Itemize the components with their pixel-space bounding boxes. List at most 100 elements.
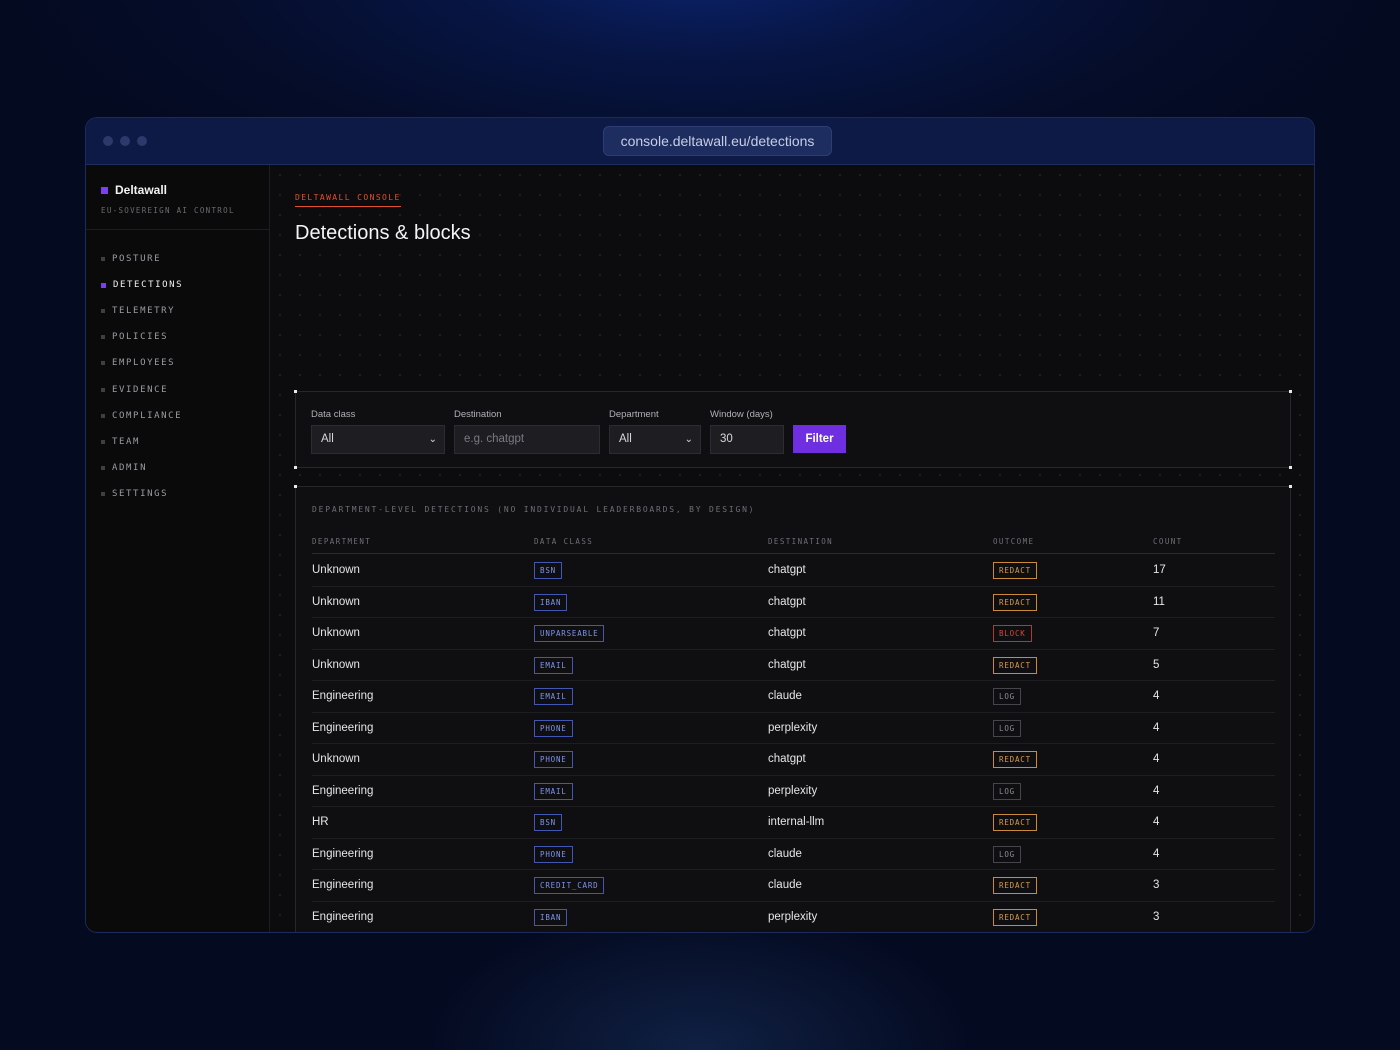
department-cell: Engineering: [312, 784, 374, 797]
table-row[interactable]: Unknown BSN chatgpt REDACT 17: [312, 555, 1275, 587]
data-class-badge: UNPARSEABLE: [534, 625, 605, 642]
nav-bullet-icon: [101, 439, 105, 444]
destination-cell: chatgpt: [768, 564, 806, 576]
destination-cell: perplexity: [768, 784, 818, 797]
page-title: Detections & blocks: [295, 222, 471, 244]
destination-cell: perplexity: [768, 721, 818, 734]
count-cell: 4: [1153, 784, 1160, 797]
window-days-value: 30: [720, 433, 733, 445]
page-kicker: DELTAWALL CONSOLE: [295, 193, 401, 207]
outcome-badge: LOG: [993, 845, 1021, 863]
data-class-label: Data class: [311, 409, 356, 420]
brand-name[interactable]: Deltawall: [101, 183, 254, 197]
sidebar-item-label: TEAM: [112, 436, 141, 447]
outcome-badge: REDACT: [993, 814, 1037, 831]
destination-cell: chatgpt: [768, 658, 806, 671]
window-label: Window (days): [710, 409, 773, 420]
nav-bullet-icon: [101, 387, 105, 392]
nav-bullet-icon: [101, 413, 105, 418]
nav-bullet-icon: [101, 361, 105, 366]
table-row[interactable]: Unknown EMAIL chatgpt REDACT 5: [312, 650, 1275, 681]
column-header-count[interactable]: COUNT: [1153, 537, 1183, 546]
corner-marker: [1289, 466, 1292, 469]
maximize-dot-icon[interactable]: [137, 136, 147, 146]
minimize-dot-icon[interactable]: [120, 136, 130, 146]
department-field: Department All ⌄: [609, 409, 701, 454]
sidebar-item-employees[interactable]: EMPLOYEES: [86, 350, 269, 376]
column-header-department[interactable]: DEPARTMENT: [312, 537, 371, 546]
brand-label: Deltawall: [115, 183, 168, 197]
table-row[interactable]: Engineering PHONE claude LOG 4: [312, 839, 1275, 870]
table-row[interactable]: Unknown UNPARSEABLE chatgpt BLOCK 7: [312, 618, 1275, 650]
department-cell: Engineering: [312, 879, 374, 891]
nav-bullet-icon: [101, 465, 105, 470]
sidebar-item-telemetry[interactable]: TELEMETRY: [86, 298, 269, 324]
table-row[interactable]: Unknown IBAN chatgpt REDACT 11: [312, 587, 1275, 618]
destination-placeholder: e.g. chatgpt: [464, 433, 525, 445]
corner-marker: [1289, 390, 1292, 393]
window-field: Window (days) 30: [710, 409, 784, 454]
sidebar-item-label: TELEMETRY: [112, 306, 176, 317]
corner-marker: [1289, 485, 1292, 488]
sidebar-item-evidence[interactable]: EVIDENCE: [86, 376, 269, 402]
window-days-input[interactable]: 30: [710, 425, 784, 454]
sidebar-item-label: SETTINGS: [112, 488, 169, 499]
count-cell: 3: [1153, 910, 1160, 923]
table-row[interactable]: Unknown PHONE chatgpt REDACT 4: [312, 744, 1275, 776]
destination-cell: perplexity: [768, 910, 818, 923]
count-cell: 7: [1153, 627, 1160, 639]
brand-logo-icon: [101, 186, 108, 194]
destination-cell: claude: [768, 879, 802, 891]
destination-cell: chatgpt: [768, 627, 806, 639]
close-dot-icon[interactable]: [103, 136, 113, 146]
data-class-badge: EMAIL: [534, 782, 573, 800]
sidebar-item-policies[interactable]: POLICIES: [86, 324, 269, 350]
column-header-outcome[interactable]: OUTCOME: [993, 537, 1034, 546]
count-cell: 4: [1153, 816, 1160, 828]
department-cell: Engineering: [312, 721, 374, 734]
table-row[interactable]: HR BSN internal-llm REDACT 4: [312, 807, 1275, 839]
data-class-badge: PHONE: [534, 719, 573, 737]
count-cell: 4: [1153, 847, 1160, 860]
sidebar-item-posture[interactable]: POSTURE: [86, 246, 269, 272]
sidebar-item-label: POSTURE: [112, 254, 162, 265]
sidebar-item-compliance[interactable]: COMPLIANCE: [86, 403, 269, 429]
destination-field: Destination e.g. chatgpt: [454, 409, 600, 454]
data-class-badge: EMAIL: [534, 688, 573, 705]
sidebar-item-detections[interactable]: DETECTIONS: [86, 272, 269, 298]
sidebar-item-settings[interactable]: SETTINGS: [86, 481, 269, 507]
destination-cell: chatgpt: [768, 753, 806, 765]
count-cell: 11: [1153, 595, 1165, 608]
column-header-data-class[interactable]: DATA CLASS: [534, 537, 593, 546]
data-class-badge: PHONE: [534, 751, 573, 768]
sidebar-item-admin[interactable]: ADMIN: [86, 455, 269, 481]
table-body: Unknown BSN chatgpt REDACT 17 Unknown IBAN chat…: [312, 555, 1275, 932]
sidebar: Deltawall EU-SOVEREIGN AI CONTROL POSTUR…: [86, 165, 270, 932]
data-class-select[interactable]: All ⌄: [311, 425, 445, 454]
outcome-badge: REDACT: [993, 908, 1037, 926]
corner-marker: [294, 390, 297, 393]
outcome-badge: REDACT: [993, 562, 1037, 579]
data-class-badge: BSN: [534, 562, 562, 579]
outcome-badge: LOG: [993, 688, 1021, 705]
brand-tagline: EU-SOVEREIGN AI CONTROL: [101, 206, 235, 215]
outcome-badge: REDACT: [993, 751, 1037, 768]
filter-button[interactable]: Filter: [793, 425, 846, 453]
data-class-badge: IBAN: [534, 908, 568, 926]
column-header-destination[interactable]: DESTINATION: [768, 537, 833, 546]
department-select[interactable]: All ⌄: [609, 425, 701, 454]
table-row[interactable]: Engineering EMAIL perplexity LOG 4: [312, 776, 1275, 807]
department-cell: Engineering: [312, 690, 374, 702]
destination-input[interactable]: e.g. chatgpt: [454, 425, 600, 454]
table-row[interactable]: Engineering CREDIT_CARD claude REDACT 3: [312, 870, 1275, 902]
table-row[interactable]: Engineering PHONE perplexity LOG 4: [312, 713, 1275, 744]
nav-bullet-icon: [101, 282, 106, 288]
data-class-value: All: [321, 433, 334, 445]
table-row[interactable]: Engineering EMAIL claude LOG 4: [312, 681, 1275, 713]
sidebar-item-team[interactable]: TEAM: [86, 429, 269, 455]
count-cell: 3: [1153, 879, 1160, 891]
table-row[interactable]: Engineering IBAN perplexity REDACT 3: [312, 902, 1275, 933]
url-bar[interactable]: console.deltawall.eu/detections: [603, 126, 832, 156]
data-class-badge: BSN: [534, 814, 562, 831]
department-cell: Engineering: [312, 910, 374, 923]
